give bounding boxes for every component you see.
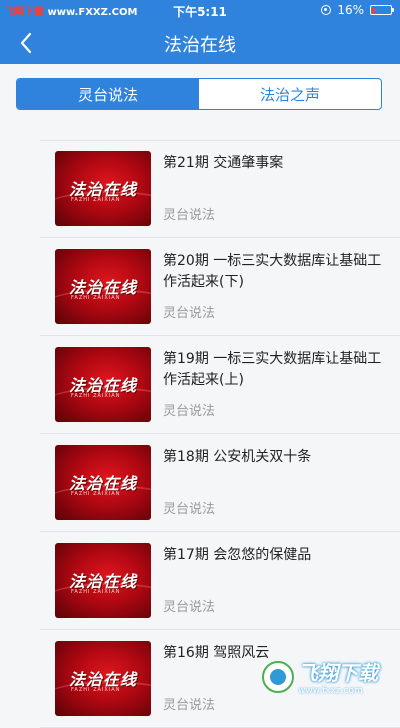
watermark-name: 飞翔下载 bbox=[298, 661, 378, 685]
episode-source: 灵台说法 bbox=[163, 698, 216, 713]
site-watermark: 飞翔下载 www.fxxz.com bbox=[262, 657, 378, 696]
episode-thumbnail: 法治在线 FAZHI ZAIXIAN bbox=[55, 151, 151, 226]
page-title: 法治在线 bbox=[164, 35, 236, 56]
episode-thumbnail: 法治在线 FAZHI ZAIXIAN bbox=[55, 543, 151, 618]
episode-thumbnail: 法治在线 FAZHI ZAIXIAN bbox=[55, 641, 151, 716]
orientation-lock-icon bbox=[321, 5, 332, 15]
segmented-control: 灵台说法 法治之声 bbox=[16, 78, 382, 110]
list-item[interactable]: 法治在线 FAZHI ZAIXIAN 第20期 一标三实大数据库让基础工作活起来(… bbox=[40, 238, 400, 336]
list-item[interactable]: 法治在线 FAZHI ZAIXIAN 第17期 会忽悠的保健品 灵台说法 bbox=[40, 532, 400, 630]
status-right: 16% bbox=[321, 3, 394, 17]
episode-list: 法治在线 FAZHI ZAIXIAN 第21期 交通肇事案 灵台说法 法治在线 FA… bbox=[0, 140, 400, 728]
episode-thumbnail: 法治在线 FAZHI ZAIXIAN bbox=[55, 347, 151, 422]
episode-title: 第19期 一标三实大数据库让基础工作活起来(上) bbox=[163, 351, 382, 388]
episode-source: 灵台说法 bbox=[163, 404, 216, 419]
episode-title: 第18期 公安机关双十条 bbox=[163, 449, 312, 465]
status-bar: 飞翔下载 www.FXXZ.COM 下午5:11 16% bbox=[0, 0, 400, 22]
thumbnail-subtitle: FAZHI ZAIXIAN bbox=[71, 589, 121, 595]
episode-thumbnail: 法治在线 FAZHI ZAIXIAN bbox=[55, 445, 151, 520]
watermark-site-url: www.fxxz.com bbox=[298, 686, 363, 696]
thumbnail-subtitle: FAZHI ZAIXIAN bbox=[71, 687, 121, 693]
nav-bar: 法治在线 bbox=[0, 22, 400, 64]
battery-fill bbox=[372, 7, 375, 13]
list-item[interactable]: 法治在线 FAZHI ZAIXIAN 第19期 一标三实大数据库让基础工作活起来(… bbox=[40, 336, 400, 434]
battery-icon bbox=[370, 5, 394, 15]
episode-thumbnail: 法治在线 FAZHI ZAIXIAN bbox=[55, 249, 151, 324]
episode-title: 第21期 交通肇事案 bbox=[163, 155, 284, 171]
thumbnail-subtitle: FAZHI ZAIXIAN bbox=[71, 393, 121, 399]
list-item[interactable]: 法治在线 FAZHI ZAIXIAN 第21期 交通肇事案 灵台说法 bbox=[40, 140, 400, 238]
episode-title: 第17期 会忽悠的保健品 bbox=[163, 547, 312, 563]
episode-title: 第20期 一标三实大数据库让基础工作活起来(下) bbox=[163, 253, 382, 290]
tab-fazhi-zhisheng[interactable]: 法治之声 bbox=[199, 79, 381, 109]
tab-lingtai-shuofa[interactable]: 灵台说法 bbox=[17, 79, 199, 109]
list-item[interactable]: 法治在线 FAZHI ZAIXIAN 第18期 公安机关双十条 灵台说法 bbox=[40, 434, 400, 532]
thumbnail-subtitle: FAZHI ZAIXIAN bbox=[71, 197, 121, 203]
thumbnail-subtitle: FAZHI ZAIXIAN bbox=[71, 491, 121, 497]
watermark-logo-icon bbox=[262, 660, 294, 693]
thumbnail-subtitle: FAZHI ZAIXIAN bbox=[71, 295, 121, 301]
battery-percent: 16% bbox=[337, 3, 364, 17]
episode-source: 灵台说法 bbox=[163, 600, 216, 615]
episode-source: 灵台说法 bbox=[163, 502, 216, 517]
episode-source: 灵台说法 bbox=[163, 208, 216, 223]
episode-source: 灵台说法 bbox=[163, 306, 216, 321]
